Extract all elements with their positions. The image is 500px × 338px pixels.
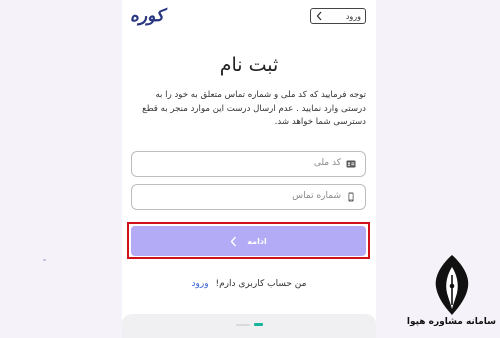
top-bar: کوره ورود: [122, 0, 376, 30]
page-title: ثبت نام: [219, 54, 279, 76]
id-card-icon: [346, 160, 356, 168]
login-button-label: ورود: [345, 11, 361, 21]
page-indicator-inactive: [236, 324, 250, 326]
side-dot: [43, 259, 46, 261]
signup-card: کوره ورود ثبت نام توجه فرمایید که کد ملی…: [122, 0, 376, 338]
watermark: سامانه مشاوره هپوا: [406, 253, 496, 335]
have-account-text: من حساب کاربری دارم!: [215, 279, 307, 289]
page-indicator-active: [254, 323, 263, 326]
chevron-left-icon: [316, 11, 322, 21]
login-button[interactable]: ورود: [310, 8, 366, 24]
continue-button-label: ادامه: [247, 236, 267, 246]
have-account-line: من حساب کاربری دارم! ورود: [122, 279, 376, 289]
pen-nib-logo-icon: [435, 255, 469, 315]
national-code-field[interactable]: کد ملی: [131, 151, 366, 177]
national-code-placeholder: کد ملی: [313, 158, 341, 168]
phone-icon: [348, 192, 354, 202]
continue-button[interactable]: ادامه: [131, 226, 366, 256]
bottom-panel: [122, 314, 376, 338]
login-link[interactable]: ورود: [192, 279, 209, 289]
phone-placeholder: شماره تماس: [292, 191, 341, 201]
watermark-text: سامانه مشاوره هپوا: [406, 317, 496, 327]
chevron-left-icon: [230, 236, 237, 246]
form-description: توجه فرمایید که کد ملی و شماره تماس متعل…: [142, 90, 366, 127]
brand-logo[interactable]: کوره: [130, 6, 165, 26]
phone-field[interactable]: شماره تماس: [131, 184, 366, 210]
